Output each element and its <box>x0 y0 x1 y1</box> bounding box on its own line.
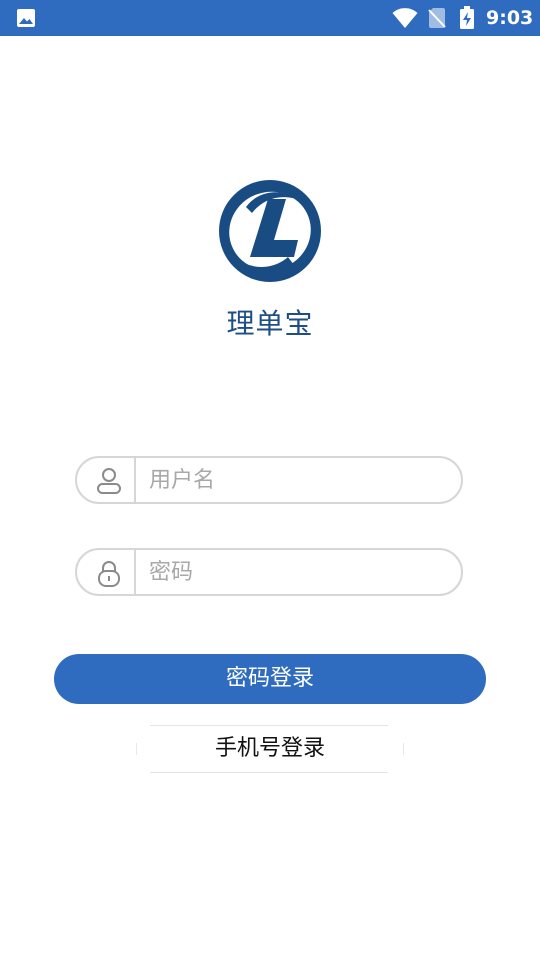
phone-login-button[interactable]: 手机号登录 <box>136 725 404 773</box>
lock-icon <box>98 561 120 587</box>
app-logo <box>219 180 321 282</box>
clock: 9:03 <box>486 7 534 29</box>
password-field[interactable] <box>75 548 463 596</box>
field-divider <box>134 550 136 594</box>
username-field[interactable] <box>75 456 463 504</box>
user-icon <box>97 468 121 494</box>
password-login-button[interactable]: 密码登录 <box>54 654 486 704</box>
gallery-icon <box>17 9 35 27</box>
wifi-icon <box>392 8 418 28</box>
login-screen: 9:03 理单宝 密码登录 手机号登录 <box>0 0 540 960</box>
field-divider <box>134 458 136 502</box>
username-input[interactable] <box>149 464 449 496</box>
battery-charging-icon <box>460 6 474 29</box>
phone-login-label: 手机号登录 <box>214 736 325 761</box>
password-input[interactable] <box>149 556 449 588</box>
no-sim-icon <box>428 8 446 28</box>
app-name: 理单宝 <box>226 307 314 340</box>
status-bar: 9:03 <box>0 0 540 36</box>
